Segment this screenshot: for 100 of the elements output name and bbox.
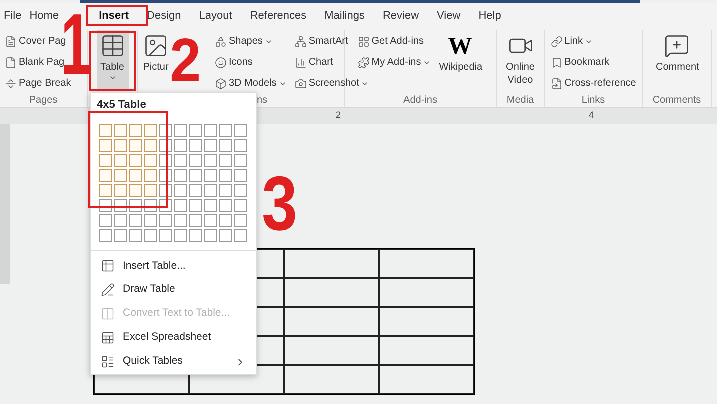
ribbon-button[interactable]: Online Video <box>499 30 542 90</box>
ribbon-tab[interactable]: Design <box>147 8 182 25</box>
grid-cell[interactable] <box>174 198 187 212</box>
grid-cell[interactable] <box>129 124 142 136</box>
grid-cell[interactable] <box>114 138 127 152</box>
grid-cell[interactable] <box>144 228 157 242</box>
grid-cell[interactable] <box>129 214 142 226</box>
grid-cell[interactable] <box>189 138 202 152</box>
grid-cell[interactable] <box>144 138 157 152</box>
page-break-icon <box>5 78 17 90</box>
grid-cell[interactable] <box>234 154 247 166</box>
grid-cell[interactable] <box>234 124 247 136</box>
grid-cell[interactable] <box>174 124 187 136</box>
grid-cell[interactable] <box>129 184 142 196</box>
menu-item[interactable]: Insert Table... <box>91 254 256 278</box>
ribbon-tab[interactable]: Help <box>478 8 502 25</box>
grid-cell[interactable] <box>189 228 202 242</box>
menu-item[interactable]: Draw Table <box>91 278 256 302</box>
grid-cell[interactable] <box>114 124 127 136</box>
grid-cell[interactable] <box>234 168 247 182</box>
grid-cell[interactable] <box>204 228 217 242</box>
grid-cell[interactable] <box>189 214 202 226</box>
grid-cell[interactable] <box>129 138 142 152</box>
grid-cell[interactable] <box>219 184 232 196</box>
ribbon-tab[interactable]: Mailings <box>324 8 365 25</box>
ribbon-tab[interactable]: View <box>437 8 461 25</box>
ribbon-tab[interactable]: Review <box>382 8 420 25</box>
grid-cell[interactable] <box>144 168 157 182</box>
grid-cell[interactable] <box>114 228 127 242</box>
grid-cell[interactable] <box>174 168 187 182</box>
grid-cell[interactable] <box>174 228 187 242</box>
menu-item[interactable]: Quick Tables <box>91 350 256 374</box>
ribbon-tab[interactable]: Home <box>30 8 60 25</box>
grid-cell[interactable] <box>219 168 232 182</box>
grid-cell[interactable] <box>234 214 247 226</box>
grid-cell[interactable] <box>219 214 232 226</box>
wikipedia-logo: W <box>448 33 472 61</box>
grid-cell[interactable] <box>189 198 202 212</box>
grid-cell[interactable] <box>99 154 112 166</box>
grid-cell[interactable] <box>174 184 187 196</box>
grid-cell[interactable] <box>144 154 157 166</box>
ribbon-button[interactable]: Icons <box>214 54 288 71</box>
grid-cell[interactable] <box>114 184 127 196</box>
ribbon-button[interactable]: Cross-reference <box>550 75 638 92</box>
grid-cell[interactable] <box>204 154 217 166</box>
grid-cell[interactable] <box>129 168 142 182</box>
grid-cell[interactable] <box>204 138 217 152</box>
grid-cell[interactable] <box>204 168 217 182</box>
convert-icon <box>101 307 115 322</box>
grid-cell[interactable] <box>204 198 217 212</box>
grid-cell[interactable] <box>219 138 232 152</box>
grid-cell[interactable] <box>234 184 247 196</box>
ribbon-button[interactable]: Comment <box>653 30 701 90</box>
ribbon-button[interactable]: Table <box>96 30 128 90</box>
grid-cell[interactable] <box>114 168 127 182</box>
grid-cell[interactable] <box>114 154 127 166</box>
grid-cell[interactable] <box>189 184 202 196</box>
grid-cell[interactable] <box>189 124 202 136</box>
grid-cell[interactable] <box>129 228 142 242</box>
ribbon-tab[interactable]: Insert <box>99 8 130 25</box>
grid-cell[interactable] <box>219 198 232 212</box>
grid-cell[interactable] <box>174 214 187 226</box>
grid-cell[interactable] <box>114 214 127 226</box>
ribbon-button[interactable]: Screenshot <box>294 75 370 92</box>
grid-cell[interactable] <box>174 138 187 152</box>
grid-cell[interactable] <box>189 154 202 166</box>
grid-cell[interactable] <box>159 228 172 242</box>
grid-cell[interactable] <box>144 124 157 136</box>
grid-cell[interactable] <box>144 184 157 196</box>
grid-cell[interactable] <box>204 184 217 196</box>
ribbon-button[interactable]: 3D Models <box>214 75 288 92</box>
grid-cell[interactable] <box>189 168 202 182</box>
grid-cell[interactable] <box>174 154 187 166</box>
grid-cell[interactable] <box>99 214 112 226</box>
grid-cell[interactable] <box>219 124 232 136</box>
grid-cell[interactable] <box>129 154 142 166</box>
ribbon-tab[interactable]: References <box>250 8 307 25</box>
grid-cell[interactable] <box>99 138 112 152</box>
grid-cell[interactable] <box>159 214 172 226</box>
grid-cell[interactable] <box>144 214 157 226</box>
grid-cell[interactable] <box>204 214 217 226</box>
menu-item[interactable]: Excel Spreadsheet <box>91 326 256 350</box>
ribbon-button[interactable]: Shapes <box>214 33 288 50</box>
ribbon-tab[interactable]: Layout <box>199 8 232 25</box>
grid-cell[interactable] <box>234 198 247 212</box>
grid-cell[interactable] <box>219 228 232 242</box>
ribbon-button[interactable]: Link <box>550 33 638 50</box>
grid-cell[interactable] <box>99 228 112 242</box>
grid-cell[interactable] <box>99 124 112 136</box>
ribbon-button[interactable]: Bookmark <box>550 54 638 71</box>
ribbon-button[interactable]: W Wikipedia <box>436 30 484 90</box>
ribbon-button[interactable]: Pictur <box>140 30 172 90</box>
grid-cell[interactable] <box>234 138 247 152</box>
grid-cell[interactable] <box>234 228 247 242</box>
grid-cell[interactable] <box>219 154 232 166</box>
ribbon-tab[interactable]: File <box>4 8 22 25</box>
grid-cell[interactable] <box>99 168 112 182</box>
ribbon-button[interactable]: Page Break <box>4 75 72 92</box>
grid-cell[interactable] <box>99 184 112 196</box>
grid-cell[interactable] <box>204 124 217 136</box>
